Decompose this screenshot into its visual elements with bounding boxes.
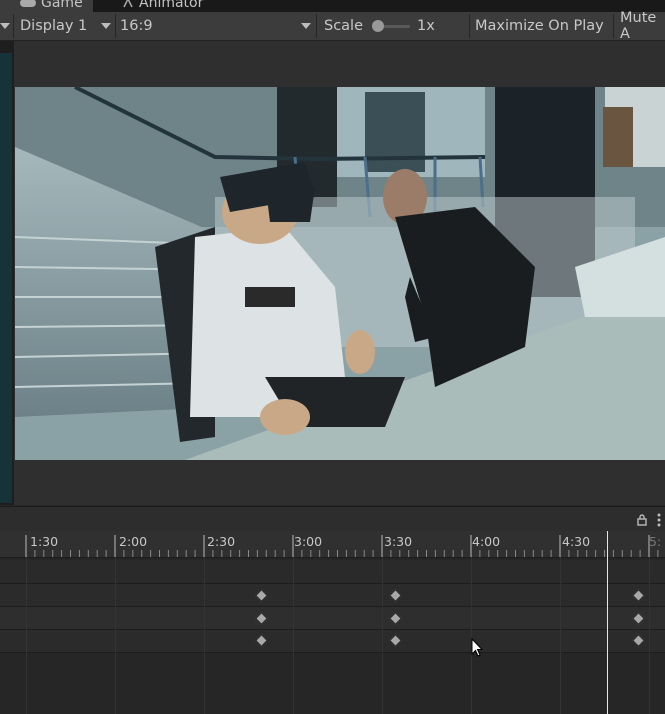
- grid-line: [204, 557, 205, 714]
- tab-game-label: Game: [41, 0, 83, 11]
- timeline-header: [0, 506, 665, 532]
- tick-label: 2:30: [207, 534, 236, 549]
- more-options-icon[interactable]: [656, 513, 662, 527]
- timeline-grid: [0, 557, 665, 714]
- tick-label: 4:30: [562, 534, 591, 549]
- tick-label: 3:30: [384, 534, 413, 549]
- display-label: Display 1: [20, 18, 88, 34]
- mouse-cursor-icon: [471, 638, 483, 657]
- grid-line: [293, 557, 294, 714]
- animator-icon: [123, 0, 133, 8]
- scale-slider[interactable]: [372, 12, 412, 40]
- grid-line: [471, 557, 472, 714]
- tick-label: 3:00: [294, 534, 323, 549]
- scale-slider-handle[interactable]: [372, 20, 384, 32]
- scale-label: Scale: [324, 18, 364, 34]
- grid-line: [560, 557, 561, 714]
- playhead[interactable]: [607, 531, 608, 714]
- gamepad-icon: [20, 0, 36, 7]
- aspect-label: 16:9: [120, 18, 153, 34]
- game-scene-image: [15, 87, 665, 460]
- tick-label: 4:00: [472, 534, 501, 549]
- mute-audio-button[interactable]: Mute A: [620, 10, 665, 42]
- tab-game[interactable]: Game: [0, 0, 93, 12]
- grid-line: [115, 557, 116, 714]
- chevron-down-icon: [0, 23, 10, 29]
- left-panel-edge: [0, 41, 14, 505]
- tick-label: 1:30: [30, 534, 59, 549]
- chevron-down-icon: [101, 23, 111, 29]
- tick-label: 2:00: [119, 534, 148, 549]
- aspect-dropdown[interactable]: 16:9: [120, 12, 314, 40]
- display-dropdown[interactable]: Display 1: [20, 12, 114, 40]
- grid-line: [26, 557, 27, 714]
- tab-animator[interactable]: Animator: [122, 0, 203, 12]
- toolbar-overflow[interactable]: [0, 12, 10, 40]
- tab-bar: Game Animator: [0, 0, 665, 12]
- game-toolbar: Display 1 16:9 Scale 1x Maximize On Play…: [0, 10, 665, 42]
- tick-label: 5:: [649, 534, 662, 549]
- grid-line: [382, 557, 383, 714]
- lock-icon[interactable]: [637, 514, 647, 526]
- grid-line: [649, 557, 650, 714]
- scale-value: 1x: [417, 18, 435, 34]
- maximize-on-play-button[interactable]: Maximize On Play: [475, 12, 604, 40]
- tab-animator-label: Animator: [139, 0, 204, 11]
- chevron-down-icon: [301, 23, 311, 29]
- timeline-ruler[interactable]: 1:30 2:00 2:30 3:00 3:30 4:00 4:30 5:: [0, 531, 665, 558]
- game-viewport[interactable]: [15, 87, 665, 460]
